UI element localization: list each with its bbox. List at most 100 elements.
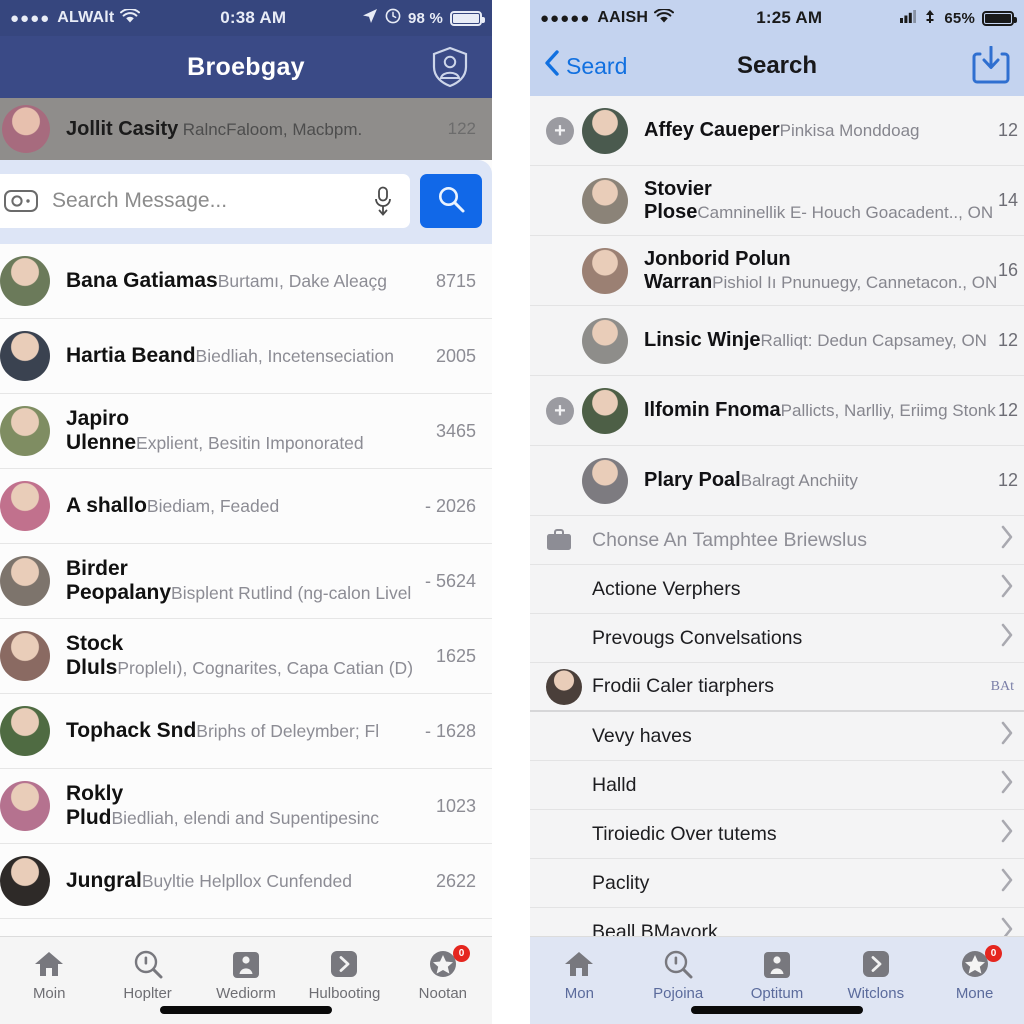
tab-pojoina[interactable]: Pojoina — [629, 947, 728, 1002]
tab-hulbooting[interactable]: Hulbooting — [295, 947, 393, 1002]
avatar — [0, 631, 50, 681]
tab-mone[interactable]: Mone 0 — [925, 945, 1024, 1002]
back-button[interactable]: Seard — [544, 49, 627, 83]
search-result-row[interactable]: + Ilfomin FnomaPallicts, Narlliy, Eriimg … — [530, 376, 1024, 446]
conversation-count: 2622 — [435, 870, 476, 891]
people-icon — [762, 947, 792, 981]
avatar — [0, 331, 50, 381]
battery-percent-label: 65% — [944, 9, 975, 27]
search-result-row[interactable]: Linsic WinjeRalliqt: Dedun Capsamey, ON 1… — [530, 306, 1024, 376]
conversation-texts: A shalloBiediam, Feaded — [66, 494, 415, 518]
chevron-right-icon — [1000, 623, 1014, 653]
conversation-subtitle: Bisplent Rutlind (ng-calon Livel — [171, 582, 412, 603]
tab-optitum[interactable]: Optitum — [728, 947, 827, 1002]
tab-label: Mone — [955, 985, 994, 1002]
carrier-label: AAISH — [597, 9, 649, 26]
avatar — [2, 105, 50, 153]
tab-moin[interactable]: Moin — [0, 947, 98, 1002]
menu-label: Tiroiedic Over tutems — [592, 822, 777, 845]
avatar — [0, 781, 50, 831]
avatar — [0, 481, 50, 531]
conversation-count: 2005 — [435, 345, 476, 366]
menu-row[interactable]: Chonse An Tamphtee Briewslus — [530, 516, 1024, 565]
menu-row[interactable]: Actione Verphers — [530, 565, 1024, 614]
conversation-texts: Tophack SndBriphs of Deleymber; Fl — [66, 719, 415, 743]
search-input[interactable]: Search Message... — [0, 174, 410, 228]
conversation-count: - 5624 — [424, 570, 476, 591]
shield-person-badge-icon[interactable] — [430, 45, 470, 89]
avatar — [582, 107, 628, 154]
tab-wediorm[interactable]: Wediorm — [197, 947, 295, 1002]
search-result-row[interactable]: Plary PoalBalragt Anchiity 12 — [530, 446, 1024, 516]
conversation-row[interactable]: Bana GatiamasBurtamı, Dake Aleaçg 8715 — [0, 244, 492, 319]
download-icon[interactable] — [972, 45, 1010, 86]
right-phone-screen: ●●●●● AAISH 1:25 AM 65% Seard Search + A… — [530, 0, 1024, 1024]
search-result-row[interactable]: + Affey CaueperPinkisa Monddoag 12 — [530, 96, 1024, 166]
menu-row[interactable]: Frodii Caler tiarphers BAt — [530, 663, 1024, 712]
search-icon — [133, 947, 163, 981]
search-submit-button[interactable] — [420, 174, 482, 228]
microphone-icon[interactable] — [372, 186, 394, 216]
notification-badge: 0 — [984, 945, 1002, 962]
selected-row-texts: Jollit Casity RalncFaloom, Macbpm. — [66, 118, 440, 140]
selected-row-subtitle: RalncFaloom, Macbpm. — [182, 119, 363, 139]
conversation-row[interactable]: Rokly PludBiedliah, elendi and Supentipe… — [0, 769, 492, 844]
tab-label: Mon — [564, 985, 594, 1002]
avatar — [582, 387, 628, 434]
conversation-texts: Japiro UlenneExplient, Besitin Imponorat… — [66, 407, 426, 454]
conversation-row[interactable]: Tophack SndBriphs of Deleymber; Fl - 1628 — [0, 694, 492, 769]
add-contact-icon[interactable]: + — [546, 116, 574, 145]
conversation-row[interactable]: JungralBuyltie Helpllox Cunfended 2622 — [0, 844, 492, 919]
search-result-row[interactable]: Jonborid Polun WarranPishiol Iı Pnunuegy… — [530, 236, 1024, 306]
selected-conversation-row[interactable]: Jollit Casity RalncFaloom, Macbpm. 122 — [0, 98, 492, 160]
result-subtitle: Camninellik E- Houch Goacadent.., ON — [697, 202, 994, 222]
menu-row[interactable]: Halld — [530, 761, 1024, 810]
tab-witclons[interactable]: Witclons — [826, 947, 925, 1002]
notification-badge: 0 — [453, 945, 471, 962]
conversation-count: 8715 — [435, 270, 476, 291]
conversation-row[interactable]: Birder PeopalanyBisplent Rutlind (ng-cal… — [0, 544, 492, 619]
menu-row[interactable]: Prevougs Convelsations — [530, 614, 1024, 663]
conversation-texts: Birder PeopalanyBisplent Rutlind (ng-cal… — [66, 557, 415, 604]
menu-row[interactable]: Paclity — [530, 859, 1024, 908]
home-indicator — [691, 1006, 863, 1014]
home-icon — [34, 947, 64, 981]
conversation-name: Japiro Ulenne — [66, 407, 137, 454]
screenshot-root: ●●●● ALWAlt 0:38 AM 98 % Broebgay Jollit… — [0, 0, 1024, 1024]
menu-label: Vevy haves — [592, 724, 692, 747]
tab-mon[interactable]: Mon — [530, 947, 629, 1002]
conversation-subtitle: Biedliah, elendi and Supentipesinc — [111, 807, 380, 828]
search-result-row[interactable]: Stovier PloseCamninellik E- Houch Goacad… — [530, 166, 1024, 236]
search-results-list: + Affey CaueperPinkisa Monddoag 12 Stovier … — [530, 96, 1024, 516]
signal-dots-icon: ●●●● — [10, 9, 51, 27]
conversation-subtitle: Buyltie Helpllox Cunfended — [141, 871, 352, 892]
menu-row[interactable]: Vevy haves — [530, 712, 1024, 761]
conversation-row[interactable]: A shalloBiediam, Feaded - 2026 — [0, 469, 492, 544]
result-count: 16 — [997, 260, 1018, 280]
conversation-row[interactable]: Stock DlulsProplelı), Cognarites, Capa C… — [0, 619, 492, 694]
conversation-texts: Bana GatiamasBurtamı, Dake Aleaçg — [66, 269, 426, 293]
clock-label: 0:38 AM — [220, 8, 287, 27]
menu-row[interactable]: Tiroiedic Over tutems — [530, 810, 1024, 859]
tab-label: Moin — [32, 985, 66, 1002]
left-status-bar: ●●●● ALWAlt 0:38 AM 98 % — [0, 0, 492, 36]
conversation-texts: Rokly PludBiedliah, elendi and Supentipe… — [66, 782, 426, 829]
camera-icon[interactable] — [4, 190, 38, 212]
add-contact-placeholder — [546, 467, 574, 495]
tab-hoplter[interactable]: Hoplter — [98, 947, 196, 1002]
tab-nootan[interactable]: Nootan 0 — [394, 945, 492, 1002]
alarm-clock-icon — [385, 8, 401, 28]
people-icon — [231, 947, 261, 981]
battery-icon — [450, 10, 486, 26]
conversation-count: 3465 — [435, 420, 476, 441]
selected-row-name: Jollit Casity — [66, 117, 179, 140]
conversation-row[interactable]: Japiro UlenneExplient, Besitin Imponorat… — [0, 394, 492, 469]
conversation-name: A shallo — [66, 494, 147, 518]
search-placeholder: Search Message... — [52, 189, 228, 212]
tab-label: Hulbooting — [308, 985, 381, 1002]
conversation-row[interactable]: Hartia BeandBiedliah, Incetenseciation 20… — [0, 319, 492, 394]
chevron-right-icon — [1000, 721, 1014, 751]
add-contact-icon[interactable]: + — [546, 396, 574, 425]
chevron-right-icon — [861, 947, 891, 981]
conversation-subtitle: Briphs of Deleymber; Fl — [196, 721, 380, 742]
